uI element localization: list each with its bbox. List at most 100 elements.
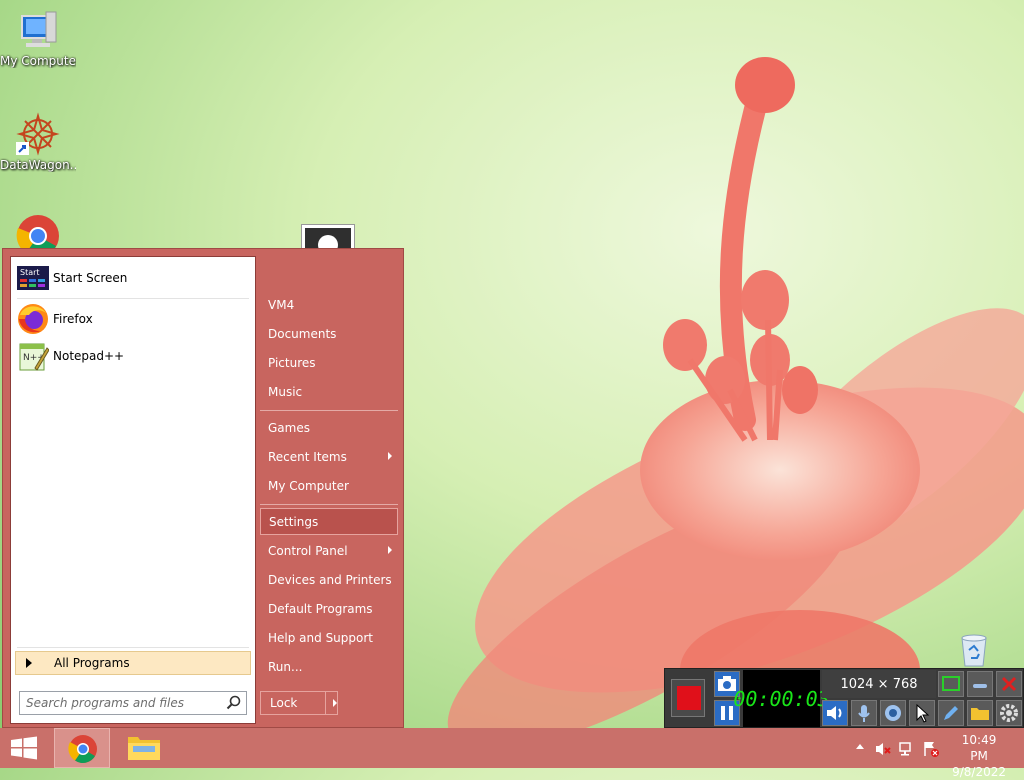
- taskbar-file-explorer[interactable]: [116, 728, 172, 768]
- menu-item-help-and-support[interactable]: Help and Support: [260, 624, 398, 651]
- taskbar-chrome[interactable]: [54, 728, 110, 768]
- menu-item-label: Control Panel: [268, 543, 348, 558]
- triangle-right-icon: [26, 658, 32, 668]
- gear-icon: [1000, 704, 1018, 722]
- submenu-arrow-icon: [388, 546, 392, 554]
- lock-label: Lock: [270, 696, 298, 710]
- menu-item-default-programs[interactable]: Default Programs: [260, 595, 398, 622]
- recording-timer: 00:00:03: [733, 670, 830, 727]
- start-button[interactable]: [0, 728, 48, 768]
- microphone-icon: [858, 705, 870, 722]
- menu-item-label: Recent Items: [268, 449, 347, 464]
- start-menu: Start Start Screen Firefox N++ Notepad++…: [2, 248, 404, 728]
- rectangle-icon: [942, 676, 960, 691]
- close-button[interactable]: [996, 671, 1022, 697]
- menu-item-label: Run...: [268, 659, 303, 674]
- screen-recorder-toolbar: 00:00:03 1024 × 768: [664, 668, 1024, 728]
- menu-item-run[interactable]: Run...: [260, 653, 398, 680]
- menu-item-games[interactable]: Games: [260, 414, 398, 441]
- menu-item-music[interactable]: Music: [260, 378, 398, 405]
- capture-resolution: 1024 × 768: [822, 670, 936, 698]
- clock-time: 10:49 PM: [961, 733, 997, 763]
- windows-logo-icon: [11, 736, 37, 760]
- pencil-icon: [944, 706, 958, 720]
- action-center-alert-icon[interactable]: [922, 740, 940, 761]
- pinned-notepad-plus-plus[interactable]: N++ Notepad++: [17, 339, 249, 373]
- pinned-label: Start Screen: [53, 271, 128, 285]
- recycle-bin-icon[interactable]: [956, 632, 992, 668]
- divider: [17, 298, 249, 299]
- pinned-label: Firefox: [53, 312, 93, 326]
- datawagon-icon: [16, 112, 60, 156]
- computer-icon: [16, 8, 60, 52]
- chrome-icon: [68, 735, 97, 763]
- pinned-firefox[interactable]: Firefox: [17, 302, 249, 336]
- webcam-button[interactable]: [880, 700, 906, 726]
- region-select-button[interactable]: [938, 671, 964, 697]
- network-icon[interactable]: [898, 740, 916, 761]
- taskbar: 10:49 PM 9/8/2022: [0, 728, 1024, 779]
- menu-item-label: Settings: [269, 514, 319, 529]
- speaker-icon: [827, 706, 842, 720]
- menu-item-control-panel[interactable]: Control Panel: [260, 537, 398, 564]
- show-hidden-icons-button[interactable]: [856, 744, 864, 749]
- menu-item-label: Documents: [268, 326, 337, 341]
- lock-button[interactable]: Lock: [260, 691, 338, 715]
- submenu-arrow-icon: [388, 452, 392, 460]
- menu-item-label: Pictures: [268, 355, 316, 370]
- divider: [17, 647, 249, 648]
- menu-item-devices-and-printers[interactable]: Devices and Printers: [260, 566, 398, 593]
- cursor-button[interactable]: [909, 700, 935, 726]
- minimize-button[interactable]: [967, 671, 993, 697]
- file-explorer-icon: [128, 737, 160, 760]
- desktop-icon-datawagon[interactable]: DataWagon...: [0, 112, 76, 172]
- speaker-button[interactable]: [822, 700, 848, 726]
- settings-button[interactable]: [996, 700, 1022, 726]
- folder-icon: [971, 708, 989, 720]
- all-programs-label: All Programs: [54, 656, 130, 670]
- menu-item-vm4[interactable]: VM4: [260, 291, 398, 318]
- menu-item-my-computer[interactable]: My Computer: [260, 472, 398, 499]
- desktop-icon-label: My Computer: [0, 54, 76, 68]
- desktop-icon-my-computer[interactable]: My Computer: [0, 8, 76, 68]
- menu-item-label: Help and Support: [268, 630, 373, 645]
- search-placeholder: Search programs and files: [26, 696, 184, 710]
- menu-item-label: VM4: [268, 297, 295, 312]
- divider: [260, 410, 398, 411]
- volume-muted-icon[interactable]: [874, 740, 892, 761]
- menu-item-recent-items[interactable]: Recent Items: [260, 443, 398, 470]
- search-programs-input[interactable]: Search programs and files: [19, 691, 247, 715]
- menu-item-pictures[interactable]: Pictures: [260, 349, 398, 376]
- close-icon: [1001, 676, 1017, 692]
- all-programs-button[interactable]: All Programs: [15, 651, 251, 675]
- start-menu-programs-pane: Start Start Screen Firefox N++ Notepad++…: [10, 256, 256, 724]
- menu-item-documents[interactable]: Documents: [260, 320, 398, 347]
- start-menu-places-pane: VM4 Documents Pictures Music Games Recen…: [258, 249, 404, 727]
- menu-item-label: Music: [268, 384, 303, 399]
- menu-item-label: Games: [268, 420, 310, 435]
- divider: [260, 504, 398, 505]
- menu-item-label: Default Programs: [268, 601, 373, 616]
- pinned-start-screen[interactable]: Start Start Screen: [17, 261, 249, 295]
- record-stop-button[interactable]: [671, 679, 705, 717]
- cursor-icon: [916, 703, 930, 723]
- taskbar-clock[interactable]: 10:49 PM 9/8/2022: [952, 732, 1006, 780]
- menu-item-settings[interactable]: Settings: [260, 508, 398, 535]
- search-icon[interactable]: [226, 695, 242, 711]
- pinned-label: Notepad++: [53, 349, 125, 363]
- minimize-icon: [973, 684, 987, 688]
- microphone-button[interactable]: [851, 700, 877, 726]
- notepad-plus-plus-icon: N++: [17, 340, 50, 372]
- stop-square-icon: [677, 686, 701, 710]
- lock-options-arrow-icon[interactable]: [333, 699, 337, 707]
- menu-item-label: My Computer: [268, 478, 349, 493]
- firefox-icon: [17, 303, 49, 335]
- desktop-icon-label: DataWagon...: [0, 158, 76, 172]
- menu-item-label: Devices and Printers: [268, 572, 392, 587]
- webcam-icon: [885, 705, 901, 721]
- open-folder-button[interactable]: [967, 700, 993, 726]
- clock-date: 9/8/2022: [952, 765, 1006, 779]
- draw-button[interactable]: [938, 700, 964, 726]
- svg-text:Start: Start: [20, 268, 40, 277]
- start-screen-icon: Start: [17, 262, 49, 294]
